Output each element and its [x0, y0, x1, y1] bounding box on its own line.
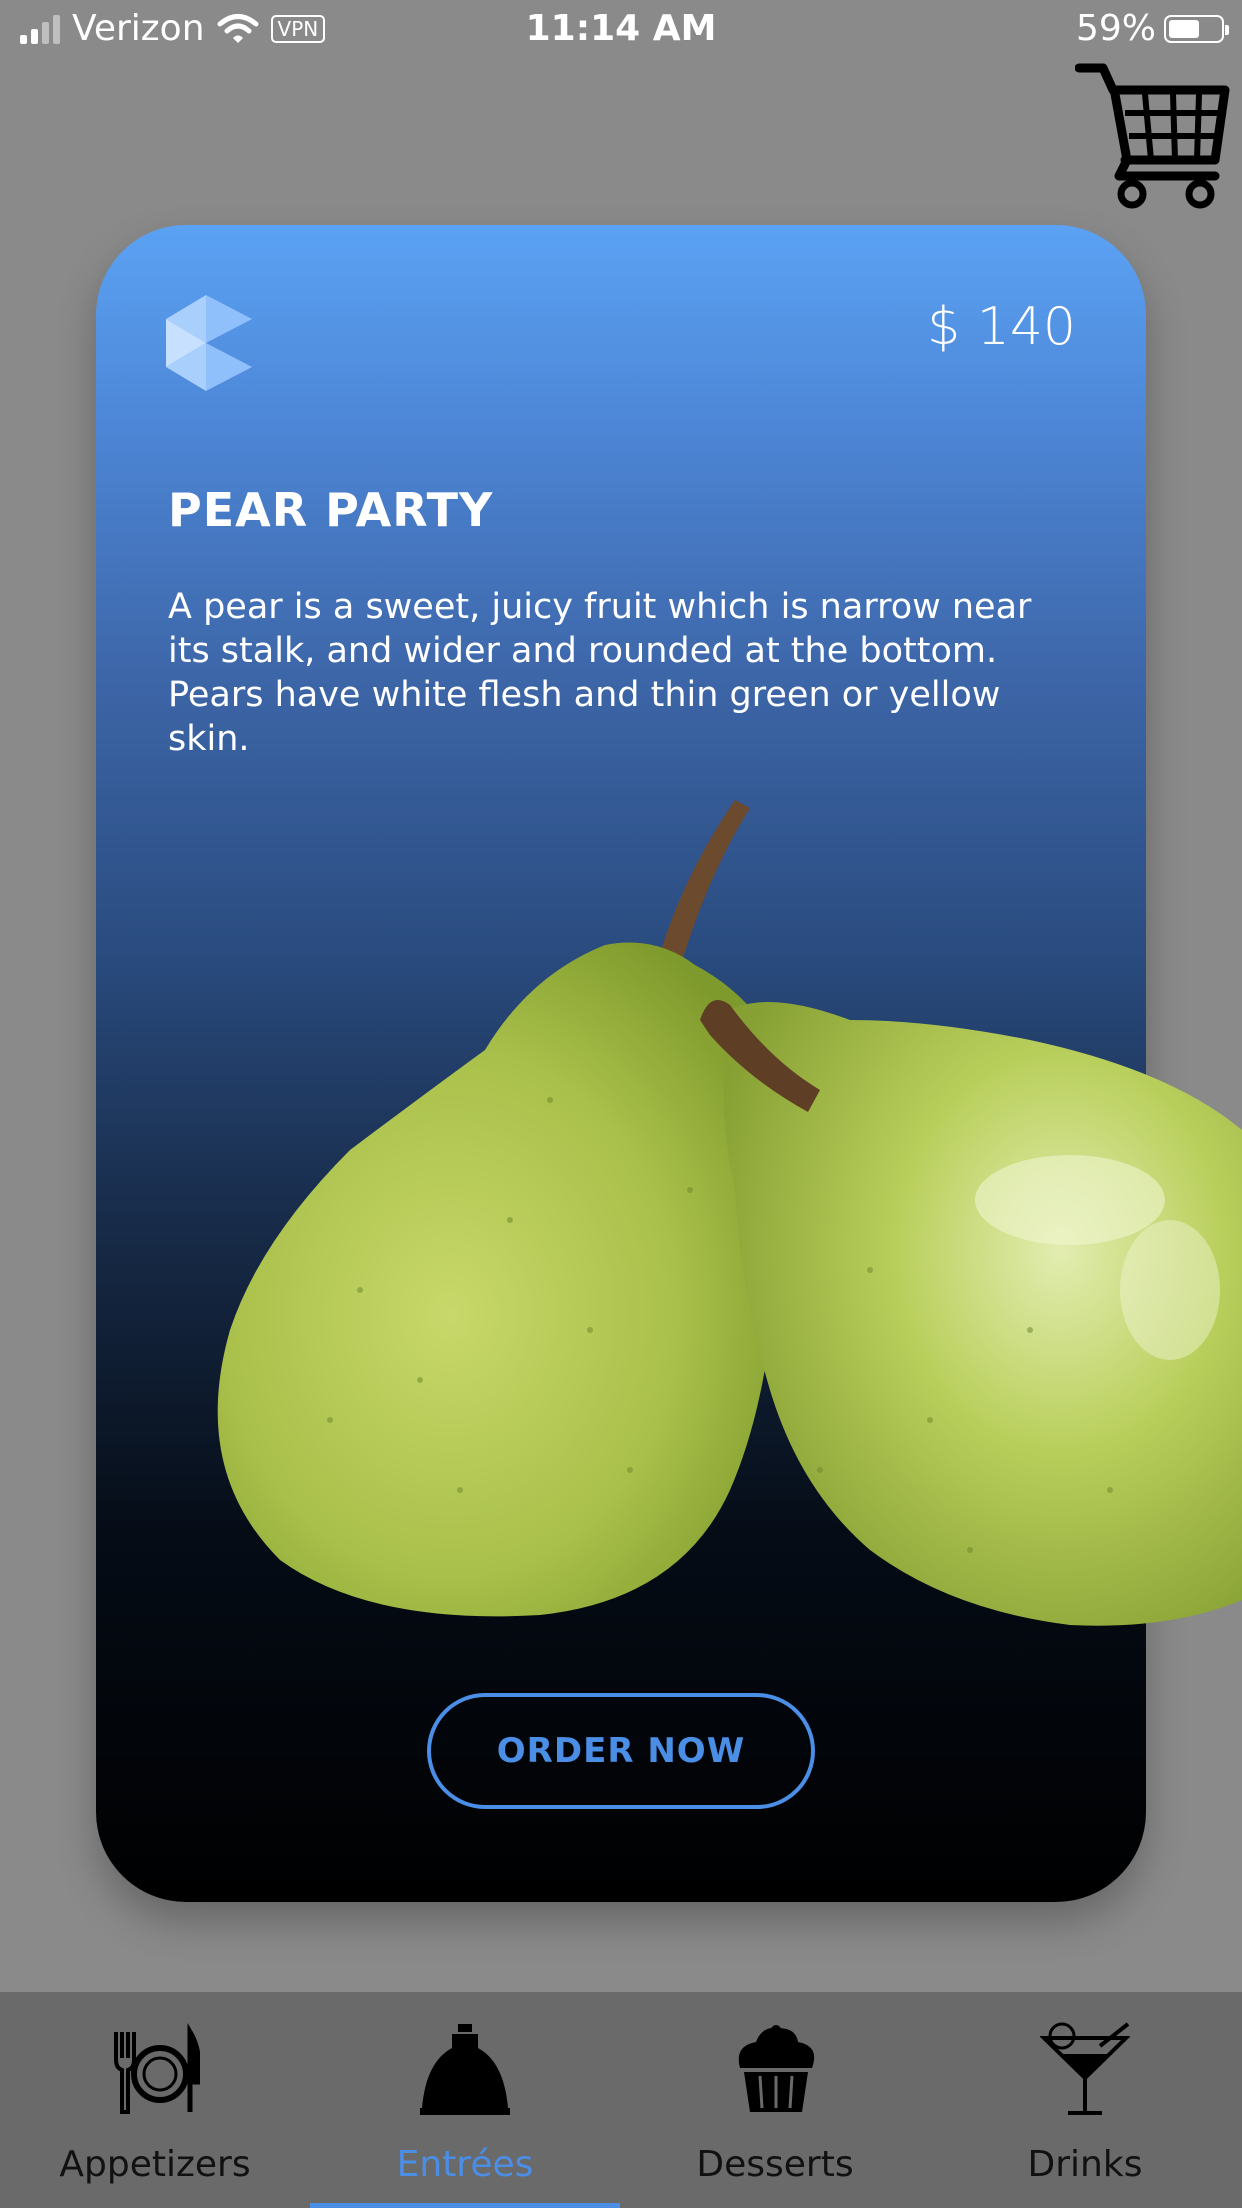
product-description: A pear is a sweet, juicy fruit which is …	[168, 587, 1032, 759]
tab-label: Desserts	[696, 2144, 854, 2185]
price-label: $ 140	[927, 297, 1076, 357]
order-now-button[interactable]: ORDER NOW	[427, 1693, 815, 1809]
status-right: 59%	[1075, 8, 1229, 49]
tab-appetizers[interactable]: Appetizers	[0, 1992, 310, 2208]
battery-fill	[1169, 19, 1199, 38]
brand-cube-icon	[166, 295, 252, 391]
cupcake-icon	[738, 2025, 815, 2112]
cocktail-icon	[1040, 2022, 1130, 2115]
product-title: PEAR PARTY	[168, 483, 494, 537]
tab-label: Appetizers	[59, 2144, 251, 2185]
battery-icon	[1164, 14, 1229, 43]
tab-entrees[interactable]: Entrées	[310, 1992, 620, 2208]
plate-cutlery-icon	[114, 2022, 200, 2114]
cloche-icon	[420, 2024, 510, 2115]
tab-label: Entrées	[396, 2144, 534, 2185]
active-tab-indicator	[310, 2203, 620, 2208]
status-bar: Verizon VPN 11:14 AM 59%	[0, 0, 1242, 62]
tab-label: Drinks	[1027, 2144, 1143, 2185]
clock: 11:14 AM	[525, 8, 717, 49]
tab-drinks[interactable]: Drinks	[930, 1992, 1240, 2208]
tab-desserts[interactable]: Desserts	[620, 1992, 930, 2208]
battery-percent: 59%	[1075, 8, 1156, 49]
tab-bar: Appetizers Entrées Desserts Drinks	[0, 1992, 1242, 2208]
pear-image	[217, 800, 1242, 1626]
cart-icon[interactable]	[1075, 60, 1230, 210]
